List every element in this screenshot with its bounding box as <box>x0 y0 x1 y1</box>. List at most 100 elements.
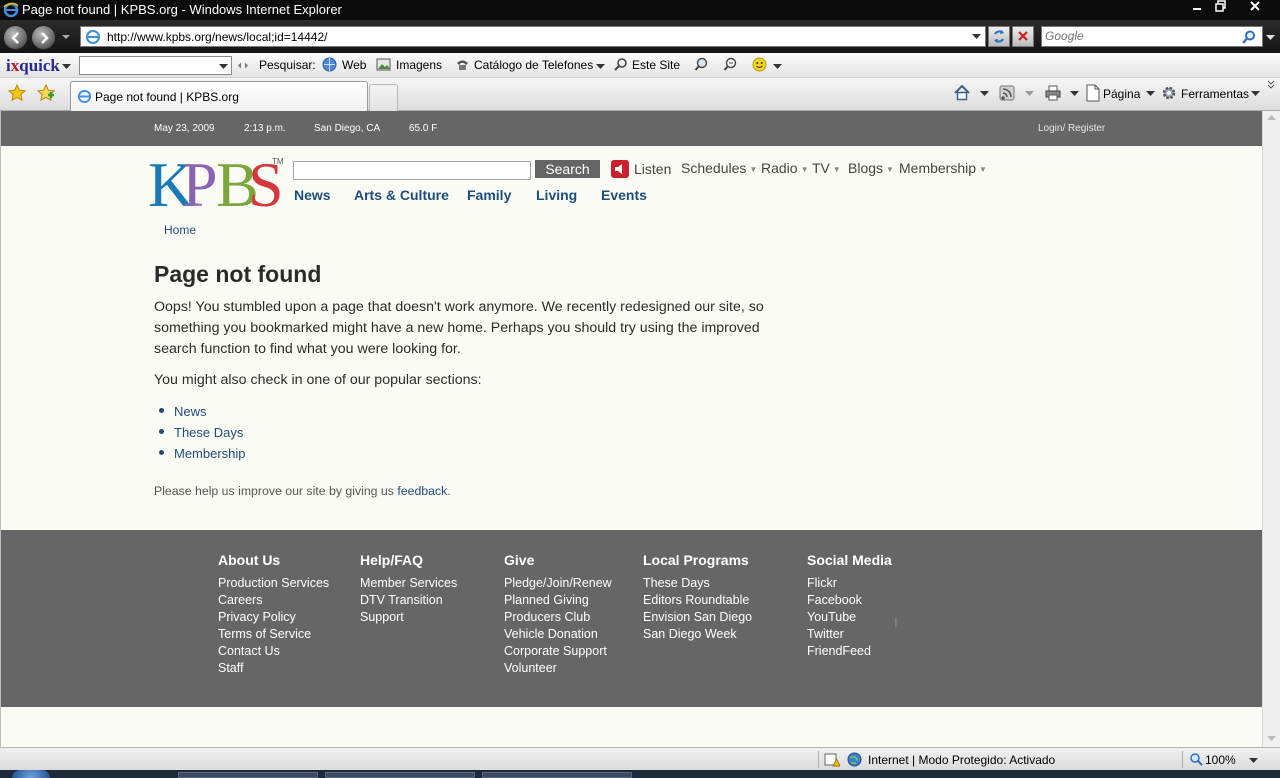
site-search-button[interactable]: Search <box>535 160 600 178</box>
back-button[interactable] <box>3 25 28 50</box>
footer-link[interactable]: FriendFeed <box>807 643 892 660</box>
footer-link[interactable]: YouTube <box>807 609 892 626</box>
refresh-button[interactable] <box>988 26 1010 47</box>
footer-link[interactable]: Support <box>360 609 457 626</box>
highlight-icon[interactable] <box>694 57 709 72</box>
url-text[interactable]: http://www.kpbs.org/news/local;id=14442/ <box>107 30 327 44</box>
feeds-icon[interactable] <box>998 84 1016 102</box>
security-zone-text[interactable]: Internet | Modo Protegido: Activado <box>868 753 1055 767</box>
footer-link[interactable]: Planned Giving <box>504 592 612 609</box>
home-dropdown-icon[interactable] <box>980 90 989 98</box>
catalogo-dropdown-icon[interactable] <box>596 63 605 71</box>
zoom-icon[interactable] <box>723 57 738 72</box>
section-link-news[interactable]: News <box>159 404 207 419</box>
start-orb-icon[interactable] <box>12 770 50 778</box>
breadcrumb-home[interactable]: Home <box>164 223 196 237</box>
main-nav-news[interactable]: News <box>294 187 331 203</box>
nav-tv[interactable]: TV ▼ <box>812 160 841 176</box>
scroll-up-arrow-icon[interactable] <box>1267 114 1276 121</box>
add-favorite-icon[interactable] <box>37 84 55 102</box>
footer-link[interactable]: Facebook <box>807 592 892 609</box>
footer-link[interactable]: Privacy Policy <box>218 609 329 626</box>
catalogo-telefones-button[interactable]: Catálogo de Telefones <box>474 58 593 72</box>
ferramentas-dropdown-icon[interactable] <box>1251 90 1260 98</box>
footer-link[interactable]: Corporate Support <box>504 643 612 660</box>
forward-button[interactable] <box>31 25 56 50</box>
footer-link[interactable]: Careers <box>218 592 329 609</box>
feedback-link[interactable]: feedback <box>397 484 447 498</box>
footer-link[interactable]: Twitter <box>807 626 892 643</box>
smiley-icon[interactable] <box>752 57 767 72</box>
recent-pages-dropdown-icon[interactable] <box>61 32 71 42</box>
footer-link[interactable]: DTV Transition <box>360 592 457 609</box>
footer-link[interactable]: Production Services <box>218 575 329 592</box>
section-link-membership[interactable]: Membership <box>159 446 246 461</box>
speaker-icon[interactable] <box>610 159 630 179</box>
listen-link[interactable]: Listen <box>634 161 671 177</box>
footer-link[interactable]: Member Services <box>360 575 457 592</box>
main-nav-events[interactable]: Events <box>601 187 647 203</box>
ixquick-menu-dropdown-icon[interactable] <box>62 63 71 71</box>
kpbs-logo[interactable]: K P B S TM <box>148 154 283 210</box>
main-nav-family[interactable]: Family <box>467 187 511 203</box>
address-dropdown-icon[interactable] <box>972 33 981 41</box>
stop-button[interactable] <box>1012 26 1034 47</box>
taskbar-button[interactable] <box>325 772 475 778</box>
close-window-button[interactable] <box>1240 0 1270 18</box>
search-box[interactable] <box>1041 26 1263 47</box>
security-warning-icon[interactable] <box>824 752 840 767</box>
footer-link[interactable]: Producers Club <box>504 609 612 626</box>
print-icon[interactable] <box>1044 84 1062 102</box>
taskbar-button[interactable] <box>482 772 632 778</box>
vertical-scrollbar[interactable] <box>1262 111 1280 747</box>
search-input[interactable] <box>1045 29 1235 43</box>
home-icon[interactable] <box>953 84 971 102</box>
footer-link[interactable]: San Diego Week <box>643 626 752 643</box>
section-link-these-days[interactable]: These Days <box>159 425 243 440</box>
toolbar-resize-handle-icon[interactable] <box>237 60 249 71</box>
main-nav-arts-culture[interactable]: Arts & Culture <box>354 187 449 203</box>
minimize-button[interactable] <box>1184 0 1210 18</box>
imagens-search-button[interactable]: Imagens <box>396 58 442 72</box>
search-icon[interactable] <box>1242 30 1256 44</box>
pagina-menu-button[interactable]: Página <box>1103 87 1140 101</box>
taskbar-button[interactable] <box>178 772 318 778</box>
maximize-button[interactable] <box>1208 0 1234 18</box>
footer-link[interactable]: These Days <box>643 575 752 592</box>
footer-link[interactable]: Pledge/Join/Renew <box>504 575 612 592</box>
zoom-dropdown-icon[interactable] <box>1249 757 1258 765</box>
este-site-button[interactable]: Este Site <box>632 58 680 72</box>
ixquick-input-dropdown-icon[interactable] <box>219 63 228 71</box>
scroll-down-arrow-icon[interactable] <box>1267 735 1276 742</box>
footer-link[interactable]: Volunteer <box>504 660 612 677</box>
nav-membership[interactable]: Membership ▼ <box>899 160 987 176</box>
address-field[interactable]: http://www.kpbs.org/news/local;id=14442/ <box>80 26 986 47</box>
footer-link[interactable]: Editors Roundtable <box>643 592 752 609</box>
footer-link[interactable]: Vehicle Donation <box>504 626 612 643</box>
nav-blogs[interactable]: Blogs ▼ <box>848 160 894 176</box>
footer-link[interactable]: Envision San Diego <box>643 609 752 626</box>
nav-radio[interactable]: Radio ▼ <box>761 160 809 176</box>
footer-link[interactable]: Staff <box>218 660 329 677</box>
web-search-button[interactable]: Web <box>342 58 366 72</box>
footer-link[interactable]: Contact Us <box>218 643 329 660</box>
pagina-dropdown-icon[interactable] <box>1146 90 1155 98</box>
search-provider-dropdown-icon[interactable] <box>1266 34 1275 42</box>
ixquick-search-input[interactable] <box>79 56 232 75</box>
feeds-dropdown-icon[interactable] <box>1025 90 1034 98</box>
zoom-level[interactable]: 100% <box>1205 753 1236 767</box>
smiley-dropdown-icon[interactable] <box>773 63 782 71</box>
login-register-link[interactable]: Login/ Register <box>1038 123 1105 134</box>
ixquick-logo[interactable]: ixquick <box>6 56 60 76</box>
nav-schedules[interactable]: Schedules ▼ <box>681 160 757 176</box>
ferramentas-menu-button[interactable]: Ferramentas <box>1181 87 1249 101</box>
footer-link[interactable]: Terms of Service <box>218 626 329 643</box>
site-search-input[interactable] <box>293 161 531 180</box>
main-nav-living[interactable]: Living <box>536 187 577 203</box>
favorites-star-icon[interactable] <box>8 84 26 102</box>
print-dropdown-icon[interactable] <box>1070 90 1079 98</box>
new-tab-button[interactable] <box>369 84 398 111</box>
chevron-more-icon[interactable] <box>1267 80 1276 89</box>
footer-link[interactable]: Flickr <box>807 575 892 592</box>
tab-active[interactable]: Page not found | KPBS.org <box>70 81 368 111</box>
